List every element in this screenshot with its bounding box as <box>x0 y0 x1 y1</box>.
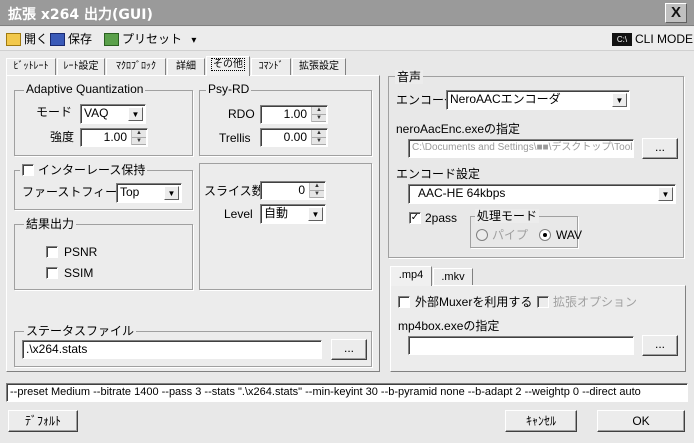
dropdown-arrow-icon: ▼ <box>164 186 179 200</box>
folder-icon <box>6 33 21 47</box>
first-field-value: Top <box>120 185 140 199</box>
floppy-icon <box>50 33 65 47</box>
tab-macroblock[interactable]: ﾏｸﾛﾌﾞﾛｯｸ <box>106 58 166 75</box>
tab-extended-settings[interactable]: 拡張設定 <box>292 58 346 75</box>
dropdown-arrow-icon: ▼ <box>128 107 143 121</box>
nero-exe-path-input[interactable]: C:\Documents and Settings\■■\デスクトップ\Tool… <box>408 139 634 158</box>
open-button[interactable]: 開く <box>6 30 48 48</box>
window-title: 拡張 x264 出力(GUI) <box>8 7 153 23</box>
chevron-down-icon: ▾ <box>191 35 197 46</box>
encode-settings-value: AAC-HE 64kbps <box>418 186 506 200</box>
status-file-browse-button[interactable]: ... <box>331 339 367 360</box>
tab-command[interactable]: ｺﾏﾝﾄﾞ <box>251 58 291 75</box>
mp4box-exe-label: mp4box.exeの指定 <box>398 319 500 333</box>
aq-mode-label: モード <box>36 105 73 119</box>
dropdown-arrow-icon: ▼ <box>308 207 323 221</box>
default-button[interactable]: ﾃﾞﾌｫﾙﾄ <box>8 410 78 432</box>
external-muxer-label: 外部Muxerを利用する <box>415 295 533 309</box>
psyrd-group-title: Psy-RD <box>206 82 252 96</box>
status-file-input[interactable]: .\x264.stats <box>22 340 322 359</box>
ssim-checkbox[interactable] <box>46 267 58 279</box>
nero-exe-browse-button[interactable]: ... <box>642 138 678 159</box>
dropdown-arrow-icon: ▼ <box>658 187 673 201</box>
slice-count-value: 0 <box>298 183 305 197</box>
status-file-title: ステータスファイル <box>24 324 137 338</box>
preset-button[interactable]: プリセット ▾ <box>104 30 196 48</box>
spinner-arrows-icon[interactable]: ▲ ▼ <box>311 107 326 122</box>
open-label: 開く <box>24 32 49 46</box>
encode-settings-label: エンコード設定 <box>396 167 481 181</box>
aq-strength-label: 強度 <box>50 130 75 144</box>
first-field-select[interactable]: Top ▼ <box>116 183 182 203</box>
level-label: Level <box>224 207 253 221</box>
audio-encoder-value: NeroAACエンコーダ <box>450 92 561 106</box>
mp4box-browse-button[interactable]: ... <box>642 335 678 356</box>
trellis-label: Trellis <box>219 131 251 145</box>
nero-exe-label: neroAacEnc.exeの指定 <box>396 122 521 136</box>
title-bar: 拡張 x264 出力(GUI) X <box>0 0 694 26</box>
audio-encoder-select[interactable]: NeroAACエンコーダ ▼ <box>446 90 630 110</box>
audio-group-title: 音声 <box>395 70 424 84</box>
psnr-label: PSNR <box>64 245 98 259</box>
tab-mp4[interactable]: .mp4 <box>390 266 432 286</box>
wav-label: WAV <box>556 228 582 242</box>
interlace-checkbox-row[interactable]: インターレース保持 <box>20 163 148 177</box>
toolbar: 開く 保存 プリセット ▾ C:\ CLI MODE <box>0 27 694 51</box>
pipe-label: パイプ <box>492 228 529 242</box>
aq-group-title: Adaptive Quantization <box>24 82 146 96</box>
spinner-arrows-icon[interactable]: ▲ ▼ <box>309 183 324 198</box>
rdo-stepper[interactable]: 1.00 ▲ ▼ <box>260 105 328 124</box>
save-button[interactable]: 保存 <box>50 30 92 48</box>
save-label: 保存 <box>68 32 93 46</box>
cancel-button[interactable]: ｷｬﾝｾﾙ <box>505 410 577 432</box>
ext-option-checkbox[interactable] <box>537 296 549 308</box>
ssim-label: SSIM <box>64 266 94 280</box>
results-group-title: 結果出力 <box>24 217 77 231</box>
aq-mode-select[interactable]: VAQ ▼ <box>80 104 146 124</box>
tab-details[interactable]: 詳細 <box>167 58 205 75</box>
spinner-arrows-icon[interactable]: ▲ ▼ <box>131 130 146 145</box>
command-line-field[interactable]: --preset Medium --bitrate 1400 --pass 3 … <box>6 383 688 402</box>
dropdown-arrow-icon: ▼ <box>612 93 627 107</box>
psnr-checkbox[interactable] <box>46 246 58 258</box>
external-muxer-checkbox[interactable] <box>398 296 410 308</box>
wav-radio[interactable] <box>539 229 551 241</box>
aq-strength-stepper[interactable]: 1.00 ▲ ▼ <box>80 128 148 147</box>
preset-icon <box>104 33 119 47</box>
pipe-radio[interactable] <box>476 229 488 241</box>
rdo-value: 1.00 <box>283 107 307 121</box>
slice-count-stepper[interactable]: 0 ▲ ▼ <box>260 181 326 200</box>
rdo-label: RDO <box>228 107 255 121</box>
spinner-arrows-icon[interactable]: ▲ ▼ <box>311 130 326 145</box>
aq-mode-value: VAQ <box>84 106 109 120</box>
level-select[interactable]: 自動 ▼ <box>260 204 326 224</box>
console-icon: C:\ <box>612 33 632 47</box>
ext-option-label: 拡張オプション <box>553 295 638 309</box>
tab-other[interactable]: その他 <box>206 56 250 76</box>
tab-mkv[interactable]: .mkv <box>433 268 473 285</box>
aq-strength-value: 1.00 <box>103 130 127 144</box>
tab-rate-settings[interactable]: ﾚｰﾄ設定 <box>57 58 105 75</box>
mp4box-exe-path-input[interactable] <box>408 336 634 355</box>
interlace-label: インターレース保持 <box>38 163 146 177</box>
encode-settings-select[interactable]: AAC-HE 64kbps ▼ <box>408 184 676 204</box>
slice-count-label: スライス数 <box>204 184 264 198</box>
preset-label: プリセット <box>122 32 183 46</box>
twopass-checkbox[interactable]: ✓ <box>409 212 421 224</box>
cli-mode-button[interactable]: C:\ CLI MODE <box>612 30 693 48</box>
trellis-stepper[interactable]: 0.00 ▲ ▼ <box>260 128 328 147</box>
level-value: 自動 <box>264 206 289 220</box>
process-mode-title: 処理モード <box>475 209 540 223</box>
ok-button[interactable]: OK <box>597 410 685 432</box>
trellis-value: 0.00 <box>283 130 307 144</box>
tab-bitrate[interactable]: ﾋﾞｯﾄﾚｰﾄ <box>6 58 56 75</box>
cli-mode-label: CLI MODE <box>635 32 694 46</box>
close-button[interactable]: X <box>665 3 687 23</box>
interlace-checkbox[interactable] <box>22 164 34 176</box>
twopass-label: 2pass <box>425 211 458 225</box>
results-group <box>14 224 193 290</box>
